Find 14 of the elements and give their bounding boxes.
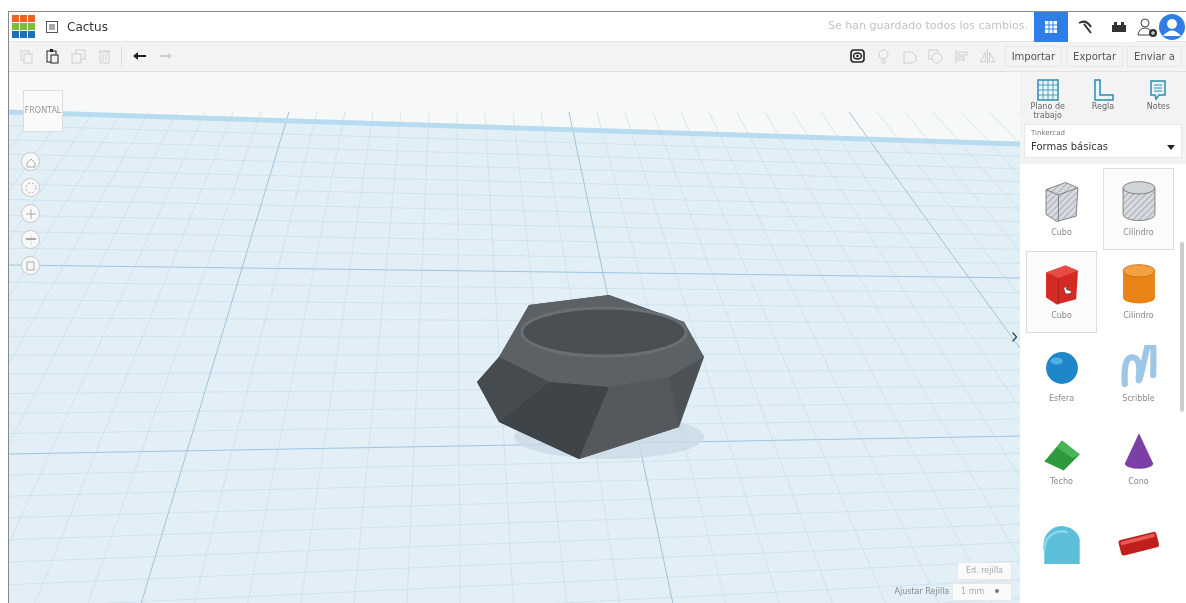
snap-grid-select[interactable]: 1 mm — [952, 583, 1012, 601]
save-status: Se han guardado todos los cambios. — [828, 18, 1028, 35]
workplane-button[interactable]: Plano de trabajo — [1020, 72, 1076, 121]
ruler-button[interactable]: Regla — [1075, 72, 1131, 121]
toolbar-action-button[interactable]: Importar — [1004, 46, 1063, 67]
edit-grid-button[interactable]: Ed. rejilla — [956, 562, 1012, 580]
note-button[interactable]: Notes — [1130, 72, 1186, 121]
snap-grid-label: Ajustar Rejilla — [894, 586, 950, 598]
toolbar-action-button[interactable]: Enviar a — [1127, 46, 1182, 67]
project-title[interactable]: Cactus — [67, 17, 108, 36]
toolbar-action-button[interactable]: Exportar — [1066, 46, 1124, 67]
view-cube[interactable]: FRONTAL — [23, 90, 63, 132]
shape-tile[interactable]: Cilindro — [1103, 167, 1174, 250]
shape-tile[interactable]: Cubo — [1026, 250, 1097, 333]
